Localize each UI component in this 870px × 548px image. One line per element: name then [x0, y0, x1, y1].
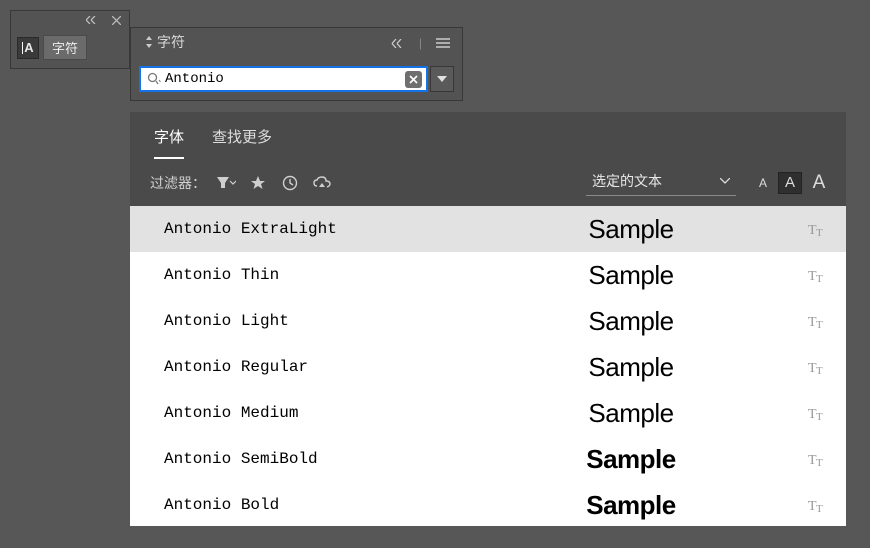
- svg-text:T: T: [816, 319, 823, 329]
- font-sample: Sample: [454, 260, 808, 291]
- font-sample: Sample: [454, 306, 808, 337]
- filter-row: 过滤器： 选定的文本 A A A: [130, 159, 846, 206]
- font-row[interactable]: Antonio BoldSampleTT: [130, 482, 846, 526]
- truetype-icon: TT: [808, 451, 832, 467]
- expand-icon: [145, 36, 153, 48]
- truetype-icon: TT: [808, 221, 832, 237]
- font-sample: Sample: [454, 444, 808, 475]
- font-sample: Sample: [454, 214, 808, 245]
- svg-text:T: T: [816, 457, 823, 467]
- adobe-fonts-sync-icon[interactable]: [310, 173, 334, 193]
- collapse-left-icon[interactable]: [387, 37, 409, 50]
- font-row[interactable]: Antonio SemiBoldSampleTT: [130, 436, 846, 482]
- font-name: Antonio Regular: [164, 358, 454, 376]
- filter-funnel-icon[interactable]: [214, 173, 238, 193]
- font-sample: Sample: [454, 352, 808, 383]
- sample-text-select[interactable]: 选定的文本: [586, 169, 736, 196]
- truetype-icon: TT: [808, 267, 832, 283]
- font-row[interactable]: Antonio RegularSampleTT: [130, 344, 846, 390]
- preview-size-group: A A A: [754, 172, 830, 194]
- divider: |: [415, 34, 426, 52]
- font-name: Antonio Bold: [164, 496, 454, 514]
- font-name: Antonio Medium: [164, 404, 454, 422]
- font-name: Antonio Thin: [164, 266, 454, 284]
- truetype-icon: TT: [808, 405, 832, 421]
- character-panel-icon[interactable]: A: [17, 37, 39, 59]
- truetype-icon: TT: [808, 497, 832, 513]
- font-name: Antonio SemiBold: [164, 450, 454, 468]
- font-list: Antonio ExtraLightSampleTTAntonio ThinSa…: [130, 206, 846, 526]
- font-row[interactable]: Antonio LightSampleTT: [130, 298, 846, 344]
- close-icon[interactable]: [108, 14, 125, 27]
- panel-menu-icon[interactable]: [432, 36, 454, 50]
- svg-text:T: T: [816, 503, 823, 513]
- svg-text:T: T: [816, 273, 823, 283]
- panel-tab-character[interactable]: 字符: [139, 28, 191, 58]
- svg-text:T: T: [816, 411, 823, 421]
- font-search-box[interactable]: [139, 66, 428, 92]
- font-dropdown-button[interactable]: [430, 66, 454, 92]
- font-name: Antonio Light: [164, 312, 454, 330]
- preview-size-medium[interactable]: A: [778, 172, 802, 194]
- tab-fonts[interactable]: 字体: [154, 122, 184, 159]
- font-row[interactable]: Antonio ExtraLightSampleTT: [130, 206, 846, 252]
- font-search-row: [131, 58, 462, 100]
- preview-size-small[interactable]: A: [754, 174, 772, 192]
- font-sample: Sample: [454, 490, 808, 521]
- favorites-star-icon[interactable]: [246, 173, 270, 193]
- truetype-icon: TT: [808, 359, 832, 375]
- sample-text-value: 选定的文本: [592, 171, 662, 191]
- font-name: Antonio ExtraLight: [164, 220, 454, 238]
- font-tabs: 字体 查找更多: [130, 112, 846, 159]
- font-picker-popup: 字体 查找更多 过滤器： 选定的文本 A A A Antonio ExtraLi…: [130, 112, 846, 526]
- preview-size-large[interactable]: A: [808, 172, 830, 194]
- tab-find-more[interactable]: 查找更多: [212, 122, 272, 159]
- chevron-down-icon: [720, 178, 730, 184]
- filter-label: 过滤器：: [150, 173, 206, 193]
- panel-header: 字符 |: [131, 28, 462, 58]
- truetype-icon: TT: [808, 313, 832, 329]
- panel-tab-label: 字符: [157, 32, 185, 52]
- clear-search-button[interactable]: [405, 71, 422, 88]
- character-panel: 字符 |: [130, 27, 463, 101]
- font-search-input[interactable]: [165, 71, 401, 87]
- font-sample: Sample: [454, 398, 808, 429]
- search-icon: [147, 72, 161, 86]
- character-panel-label[interactable]: 字符: [43, 35, 87, 60]
- svg-text:T: T: [816, 227, 823, 237]
- collapsed-panel: A 字符: [10, 10, 130, 69]
- recent-clock-icon[interactable]: [278, 173, 302, 193]
- collapse-icon[interactable]: [82, 14, 102, 26]
- font-row[interactable]: Antonio ThinSampleTT: [130, 252, 846, 298]
- font-row[interactable]: Antonio MediumSampleTT: [130, 390, 846, 436]
- svg-text:T: T: [816, 365, 823, 375]
